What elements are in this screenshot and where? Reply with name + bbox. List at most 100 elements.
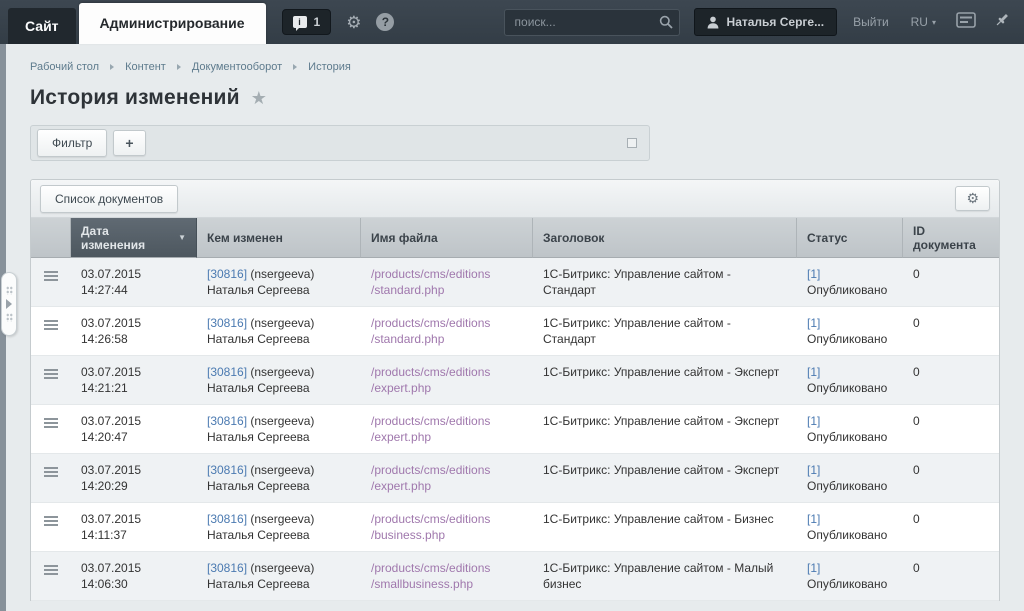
cell-title: 1С-Битрикс: Управление сайтом - Эксперт xyxy=(533,405,797,453)
cell-title: 1С-Битрикс: Управление сайтом - Бизнес xyxy=(533,503,797,551)
current-user-button[interactable]: Наталья Серге... xyxy=(694,8,838,36)
cell-document-id: 0 xyxy=(903,356,999,404)
status-link[interactable]: [1] xyxy=(807,316,820,330)
search-icon[interactable] xyxy=(659,15,673,34)
cell-modified-by: [30816] (nsergeeva)Наталья Сергеева xyxy=(197,552,361,600)
row-menu-button[interactable] xyxy=(31,552,71,600)
notifications-button[interactable]: i 1 xyxy=(282,9,332,35)
pin-icon[interactable] xyxy=(994,12,1010,33)
status-link[interactable]: [1] xyxy=(807,561,820,575)
language-label: RU xyxy=(911,15,928,29)
cell-status: [1] Опубликовано xyxy=(797,307,903,355)
user-id-link[interactable]: [30816] xyxy=(207,365,247,379)
add-filter-button[interactable]: + xyxy=(113,130,145,156)
menu-rows-icon xyxy=(44,516,58,526)
table-row: 03.07.201514:11:37 [30816] (nsergeeva)На… xyxy=(31,503,999,552)
file-path-link[interactable]: /products/cms/editions xyxy=(371,413,523,429)
cell-modified-by: [30816] (nsergeeva)Наталья Сергеева xyxy=(197,307,361,355)
file-path-link[interactable]: /business.php xyxy=(371,527,523,543)
header-modified-by[interactable]: Кем изменен xyxy=(197,218,361,258)
user-id-link[interactable]: [30816] xyxy=(207,463,247,477)
status-link[interactable]: [1] xyxy=(807,414,820,428)
cell-modified-by: [30816] (nsergeeva)Наталья Сергеева xyxy=(197,258,361,306)
row-menu-button[interactable] xyxy=(31,503,71,551)
favorite-star-icon[interactable]: ★ xyxy=(251,88,267,109)
breadcrumb-history[interactable]: История xyxy=(308,61,351,73)
file-path-link[interactable]: /expert.php xyxy=(371,429,523,445)
cell-document-id: 0 xyxy=(903,552,999,600)
breadcrumb-content[interactable]: Контент xyxy=(125,61,166,73)
cell-title: 1С-Битрикс: Управление сайтом - Эксперт xyxy=(533,454,797,502)
file-path-link[interactable]: /smallbusiness.php xyxy=(371,576,523,592)
sort-desc-icon: ▼ xyxy=(178,231,186,245)
row-menu-button[interactable] xyxy=(31,258,71,306)
tab-administration[interactable]: Администрирование xyxy=(79,3,266,44)
breadcrumb-arrow-icon xyxy=(177,64,181,70)
status-link[interactable]: [1] xyxy=(807,463,820,477)
tab-site[interactable]: Сайт xyxy=(8,8,76,44)
filter-settings-icon[interactable] xyxy=(627,138,637,148)
cell-date: 03.07.201514:06:30 xyxy=(71,552,197,600)
file-path-link[interactable]: /expert.php xyxy=(371,380,523,396)
file-path-link[interactable]: /expert.php xyxy=(371,478,523,494)
breadcrumb-arrow-icon xyxy=(110,64,114,70)
row-menu-button[interactable] xyxy=(31,454,71,502)
help-icon[interactable]: ? xyxy=(376,13,394,31)
cell-date: 03.07.201514:27:44 xyxy=(71,258,197,306)
status-link[interactable]: [1] xyxy=(807,512,820,526)
file-path-link[interactable]: /products/cms/editions xyxy=(371,462,523,478)
status-link[interactable]: [1] xyxy=(807,267,820,281)
row-menu-button[interactable] xyxy=(31,307,71,355)
header-title[interactable]: Заголовок xyxy=(533,218,797,258)
cell-file-path: /products/cms/editions/standard.php xyxy=(361,307,533,355)
file-path-link[interactable]: /standard.php xyxy=(371,331,523,347)
breadcrumb-arrow-icon xyxy=(293,64,297,70)
breadcrumb: Рабочий стол Контент Документооборот Ист… xyxy=(30,61,1000,73)
row-menu-button[interactable] xyxy=(31,356,71,404)
language-selector[interactable]: RU ▾ xyxy=(911,15,936,29)
table-row: 03.07.201514:06:30 [30816] (nsergeeva)На… xyxy=(31,552,999,601)
user-id-link[interactable]: [30816] xyxy=(207,316,247,330)
file-path-link[interactable]: /products/cms/editions xyxy=(371,266,523,282)
file-path-link[interactable]: /products/cms/editions xyxy=(371,560,523,576)
filter-button[interactable]: Фильтр xyxy=(37,129,107,157)
table-row: 03.07.201514:20:47 [30816] (nsergeeva)На… xyxy=(31,405,999,454)
cell-title: 1С-Битрикс: Управление сайтом - Малый би… xyxy=(533,552,797,600)
header-status[interactable]: Статус xyxy=(797,218,903,258)
file-path-link[interactable]: /standard.php xyxy=(371,282,523,298)
header-file-name[interactable]: Имя файла xyxy=(361,218,533,258)
document-list-button[interactable]: Список документов xyxy=(40,185,178,213)
table-row: 03.07.201514:21:21 [30816] (nsergeeva)На… xyxy=(31,356,999,405)
user-id-link[interactable]: [30816] xyxy=(207,561,247,575)
grip-dots-icon xyxy=(6,313,13,322)
cell-status: [1] Опубликовано xyxy=(797,405,903,453)
grid-settings-button[interactable]: ⚙ xyxy=(955,186,990,211)
user-id-link[interactable]: [30816] xyxy=(207,267,247,281)
cell-document-id: 0 xyxy=(903,258,999,306)
sidebar-expand-handle[interactable] xyxy=(1,272,17,336)
cell-status: [1] Опубликовано xyxy=(797,454,903,502)
file-path-link[interactable]: /products/cms/editions xyxy=(371,364,523,380)
gear-icon[interactable]: ⚙ xyxy=(346,14,361,31)
header-document-id[interactable]: ID документа xyxy=(903,218,999,258)
breadcrumb-desktop[interactable]: Рабочий стол xyxy=(30,61,99,73)
status-link[interactable]: [1] xyxy=(807,365,820,379)
notification-count: 1 xyxy=(314,15,321,29)
header-date-modified[interactable]: Дата изменения ▼ xyxy=(71,218,197,258)
main-tabs: Сайт Администрирование xyxy=(8,0,266,44)
logout-link[interactable]: Выйти xyxy=(853,15,889,29)
cell-status: [1] Опубликовано xyxy=(797,503,903,551)
search-input[interactable] xyxy=(504,9,680,36)
chevron-down-icon: ▾ xyxy=(932,18,936,27)
user-id-link[interactable]: [30816] xyxy=(207,512,247,526)
cell-date: 03.07.201514:11:37 xyxy=(71,503,197,551)
menu-rows-icon xyxy=(44,320,58,330)
file-path-link[interactable]: /products/cms/editions xyxy=(371,511,523,527)
hotkeys-icon[interactable] xyxy=(956,12,976,33)
cell-file-path: /products/cms/editions/business.php xyxy=(361,503,533,551)
breadcrumb-workflow[interactable]: Документооборот xyxy=(192,61,282,73)
user-id-link[interactable]: [30816] xyxy=(207,414,247,428)
file-path-link[interactable]: /products/cms/editions xyxy=(371,315,523,331)
row-menu-button[interactable] xyxy=(31,405,71,453)
table-row: 03.07.201514:27:44 [30816] (nsergeeva)На… xyxy=(31,258,999,307)
